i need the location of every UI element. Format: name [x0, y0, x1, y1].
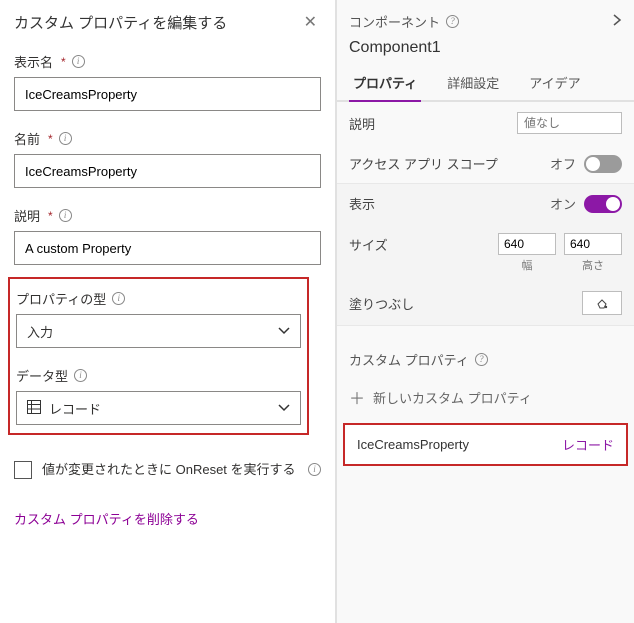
property-type-value: 入力 — [27, 322, 53, 341]
property-item-type: レコード — [562, 435, 614, 454]
required-marker: * — [48, 209, 53, 223]
info-icon[interactable]: i — [74, 369, 87, 382]
add-custom-property-button[interactable]: ＋ 新しいカスタム プロパティ — [337, 385, 634, 421]
custom-property-item[interactable]: IceCreamsProperty レコード — [345, 425, 626, 464]
plus-icon: ＋ — [349, 385, 365, 409]
tab-properties[interactable]: プロパティ — [349, 67, 421, 102]
highlighted-property-item: IceCreamsProperty レコード — [343, 423, 628, 466]
display-state: オン — [550, 194, 576, 213]
description-field[interactable] — [517, 112, 622, 134]
display-name-label: 表示名 — [14, 52, 53, 71]
display-toggle[interactable] — [584, 195, 622, 213]
info-icon[interactable]: ? — [475, 353, 488, 366]
custom-properties-header: カスタム プロパティ — [349, 350, 469, 369]
display-label: 表示 — [349, 194, 550, 213]
access-scope-state: オフ — [550, 154, 576, 173]
description-label: 説明 — [14, 206, 40, 225]
chevron-down-icon — [278, 327, 290, 335]
width-input[interactable] — [498, 233, 556, 255]
name-label: 名前 — [14, 129, 40, 148]
description-label: 説明 — [349, 114, 517, 133]
info-icon[interactable]: i — [59, 209, 72, 222]
description-input[interactable] — [14, 231, 321, 265]
custom-property-edit-panel: カスタム プロパティを編集する ✕ 表示名 * i 名前 * i 説明 * i — [0, 0, 337, 623]
tabs: プロパティ 詳細設定 アイデア — [337, 67, 634, 102]
tab-advanced[interactable]: 詳細設定 — [443, 67, 503, 102]
property-item-name: IceCreamsProperty — [357, 437, 469, 452]
required-marker: * — [61, 55, 66, 69]
chevron-down-icon — [278, 404, 290, 412]
info-icon[interactable]: i — [72, 55, 85, 68]
info-icon[interactable]: i — [112, 292, 125, 305]
name-input[interactable] — [14, 154, 321, 188]
fill-color-picker[interactable] — [582, 291, 622, 315]
height-sublabel: 高さ — [564, 257, 622, 273]
close-icon[interactable]: ✕ — [300, 10, 321, 34]
access-scope-toggle[interactable] — [584, 155, 622, 173]
property-type-label: プロパティの型 — [16, 289, 106, 308]
display-name-input[interactable] — [14, 77, 321, 111]
component-header-label: コンポーネント — [349, 12, 440, 31]
delete-property-link[interactable]: カスタム プロパティを削除する — [14, 509, 321, 528]
onreset-checkbox[interactable] — [14, 461, 32, 479]
add-custom-property-label: 新しいカスタム プロパティ — [373, 388, 532, 407]
info-icon[interactable]: i — [308, 463, 321, 476]
data-type-value: レコード — [49, 399, 101, 418]
component-pane: コンポーネント ? Component1 プロパティ 詳細設定 アイデア 説明 … — [337, 0, 634, 623]
record-icon — [27, 400, 41, 417]
info-icon[interactable]: ? — [446, 15, 459, 28]
highlighted-property-section: プロパティの型 i 入力 データ型 i — [8, 277, 309, 435]
tab-ideas[interactable]: アイデア — [525, 67, 584, 102]
size-label: サイズ — [349, 235, 498, 254]
access-scope-label: アクセス アプリ スコープ — [349, 154, 550, 173]
height-input[interactable] — [564, 233, 622, 255]
property-type-select[interactable]: 入力 — [16, 314, 301, 348]
data-type-label: データ型 — [16, 366, 68, 385]
required-marker: * — [48, 132, 53, 146]
info-icon[interactable]: i — [59, 132, 72, 145]
component-name: Component1 — [337, 35, 634, 67]
width-sublabel: 幅 — [498, 257, 556, 273]
fill-label: 塗りつぶし — [349, 294, 582, 313]
chevron-right-icon[interactable] — [612, 13, 622, 30]
panel-title: カスタム プロパティを編集する — [14, 12, 227, 33]
data-type-select[interactable]: レコード — [16, 391, 301, 425]
onreset-label: 値が変更されたときに OnReset を実行する — [42, 461, 298, 479]
